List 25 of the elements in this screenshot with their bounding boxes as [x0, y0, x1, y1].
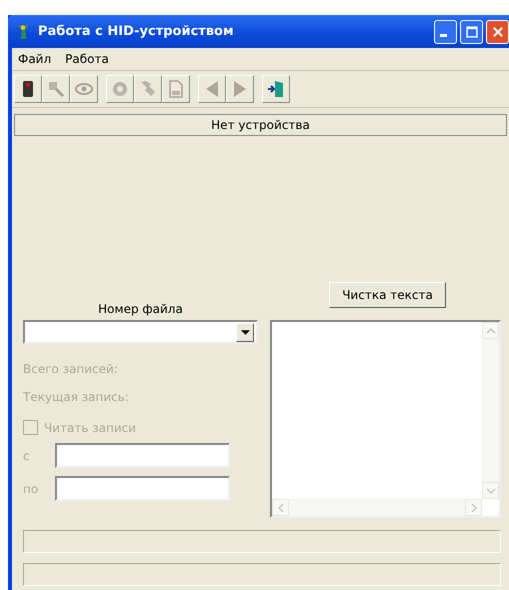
file-number-label: Номер файла [98, 302, 183, 316]
input-field[interactable] [55, 476, 230, 501]
minimize-button[interactable] [434, 20, 457, 44]
input-field[interactable] [55, 443, 230, 468]
range-label: с [23, 448, 31, 462]
menu-item[interactable]: Файл [18, 52, 52, 66]
read-records-label: Читать записи [44, 420, 136, 434]
dropdown-button[interactable] [236, 322, 254, 342]
minimize-icon [440, 34, 447, 37]
current-record-label: Текущая запись: [23, 390, 130, 404]
toolbar-button[interactable] [14, 75, 42, 103]
toolbar-button[interactable] [262, 75, 290, 103]
close-button[interactable] [486, 20, 509, 44]
range-label: по [23, 482, 40, 496]
dropdown-arrow-icon [240, 330, 250, 334]
exit-door-icon [266, 79, 286, 99]
maximize-button[interactable] [460, 20, 483, 44]
menu-item[interactable]: Работа [65, 52, 109, 66]
clear-text-button[interactable]: Чистка текста [329, 282, 446, 308]
device-status-header: Нет устройства [14, 114, 507, 136]
maximize-icon [464, 24, 478, 38]
close-icon [490, 24, 504, 38]
gear-icon [110, 79, 130, 99]
total-records-label: Всего записей: [23, 362, 119, 376]
window-title: Работа с HID-устройством [38, 24, 235, 39]
